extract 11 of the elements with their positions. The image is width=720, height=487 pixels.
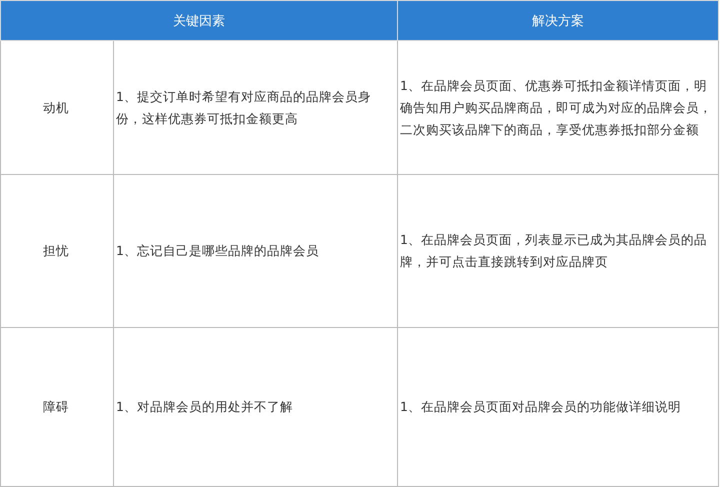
table-cell: 1、对品牌会员的用处并不了解 bbox=[114, 328, 398, 486]
table-cell: 1、提交订单时希望有对应商品的品牌会员身份，这样优惠券可抵扣金额更高 bbox=[114, 40, 398, 174]
table-cell: 障碍 bbox=[0, 328, 114, 486]
table-cell: 1、忘记自己是哪些品牌的品牌会员 bbox=[114, 174, 398, 328]
table-cell: 1、在品牌会员页面，列表显示已成为其品牌会员的品牌，并可点击直接跳转到对应品牌页 bbox=[398, 174, 718, 328]
table-cell: 1、在品牌会员页面对品牌会员的功能做详细说明 bbox=[398, 328, 718, 486]
table-cell: 动机 bbox=[0, 40, 114, 174]
column-header: 解决方案 bbox=[398, 0, 718, 40]
column-header: 关键因素 bbox=[0, 0, 398, 40]
table-cell: 1、在品牌会员页面、优惠券可抵扣金额详情页面，明确告知用户购买品牌商品，即可成为对应的品牌会员，二次购买该品牌下的商品，享受优惠券抵扣部分金额 bbox=[398, 40, 718, 174]
table-cell: 担忧 bbox=[0, 174, 114, 328]
